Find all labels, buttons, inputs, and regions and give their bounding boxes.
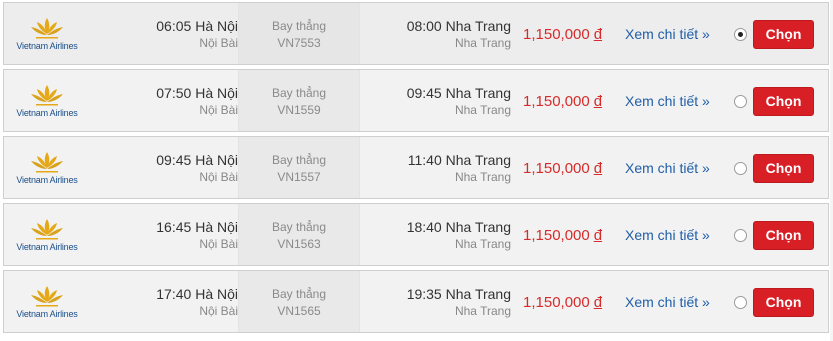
select-radio[interactable] <box>734 28 747 41</box>
airline-name: Vietnam Airlines <box>16 175 78 185</box>
lotus-icon <box>31 286 63 307</box>
lotus-icon <box>31 219 63 240</box>
choose-button[interactable]: Chọn <box>753 20 814 49</box>
view-details-link[interactable]: Xem chi tiết » <box>625 204 721 265</box>
select-radio[interactable] <box>734 229 747 242</box>
airline-name: Vietnam Airlines <box>16 242 78 252</box>
departure-airport: Nội Bài <box>199 170 238 184</box>
arrival-airport: Nha Trang <box>454 170 511 184</box>
select-radio[interactable] <box>734 162 747 175</box>
departure-airport: Nội Bài <box>199 36 238 50</box>
airline-logo: Vietnam Airlines <box>4 70 90 131</box>
flight-type: Bay thẳng <box>271 86 327 100</box>
select-radio[interactable] <box>734 95 747 108</box>
arrival-info: 11:40 Nha Trang Nha Trang <box>360 137 511 198</box>
arrival-airport: Nha Trang <box>454 304 511 318</box>
departure-info: 07:50 Hà Nội Nội Bài <box>90 70 238 131</box>
departure-info: 17:40 Hà Nội Nội Bài <box>90 271 238 332</box>
ticket-price: 1,150,000 đ <box>523 160 603 177</box>
departure-time-city: 09:45 Hà Nội <box>156 152 238 168</box>
flight-info: Bay thẳng VN1565 <box>238 271 360 332</box>
lotus-icon <box>31 85 63 106</box>
view-details-link[interactable]: Xem chi tiết » <box>625 70 721 131</box>
arrival-airport: Nha Trang <box>454 103 511 117</box>
arrival-airport: Nha Trang <box>454 36 511 50</box>
arrival-info: 08:00 Nha Trang Nha Trang <box>360 3 511 64</box>
flight-row-vn1557: Vietnam Airlines 09:45 Hà Nội Nội Bài Ba… <box>3 136 829 199</box>
flight-number: VN1559 <box>277 103 321 117</box>
arrival-airport: Nha Trang <box>454 237 511 251</box>
flight-row-vn1563: Vietnam Airlines 16:45 Hà Nội Nội Bài Ba… <box>3 203 829 266</box>
flight-results-list: Vietnam Airlines 06:05 Hà Nội Nội Bài Ba… <box>3 2 829 337</box>
view-details-link[interactable]: Xem chi tiết » <box>625 3 721 64</box>
flight-info: Bay thẳng VN1559 <box>238 70 360 131</box>
ticket-price: 1,150,000 đ <box>523 93 603 110</box>
choose-button[interactable]: Chọn <box>753 154 814 183</box>
flight-info: Bay thẳng VN7553 <box>238 3 360 64</box>
airline-name: Vietnam Airlines <box>16 108 78 118</box>
choose-button[interactable]: Chọn <box>753 288 814 317</box>
departure-time-city: 16:45 Hà Nội <box>156 219 238 235</box>
airline-logo: Vietnam Airlines <box>4 137 90 198</box>
flight-type: Bay thẳng <box>271 287 327 301</box>
flight-info: Bay thẳng VN1557 <box>238 137 360 198</box>
flight-number: VN7553 <box>277 36 321 50</box>
airline-name: Vietnam Airlines <box>16 41 78 51</box>
choose-button[interactable]: Chọn <box>753 221 814 250</box>
view-details-link[interactable]: Xem chi tiết » <box>625 137 721 198</box>
flight-number: VN1557 <box>277 170 321 184</box>
airline-logo: Vietnam Airlines <box>4 271 90 332</box>
select-radio[interactable] <box>734 296 747 309</box>
flight-info: Bay thẳng VN1563 <box>238 204 360 265</box>
choose-button[interactable]: Chọn <box>753 87 814 116</box>
flight-type: Bay thẳng <box>271 19 327 33</box>
departure-airport: Nội Bài <box>199 304 238 318</box>
flight-number: VN1565 <box>277 304 321 318</box>
flight-row-vn7553: Vietnam Airlines 06:05 Hà Nội Nội Bài Ba… <box>3 2 829 65</box>
lotus-icon <box>31 18 63 39</box>
ticket-price: 1,150,000 đ <box>523 26 603 43</box>
arrival-time-city: 11:40 Nha Trang <box>407 152 511 168</box>
departure-info: 16:45 Hà Nội Nội Bài <box>90 204 238 265</box>
flight-number: VN1563 <box>277 237 321 251</box>
ticket-price: 1,150,000 đ <box>523 294 603 311</box>
departure-info: 06:05 Hà Nội Nội Bài <box>90 3 238 64</box>
departure-time-city: 06:05 Hà Nội <box>156 18 238 34</box>
arrival-info: 09:45 Nha Trang Nha Trang <box>360 70 511 131</box>
departure-info: 09:45 Hà Nội Nội Bài <box>90 137 238 198</box>
arrival-info: 18:40 Nha Trang Nha Trang <box>360 204 511 265</box>
departure-airport: Nội Bài <box>199 237 238 251</box>
arrival-time-city: 09:45 Nha Trang <box>406 85 511 101</box>
arrival-time-city: 19:35 Nha Trang <box>406 286 511 302</box>
arrival-time-city: 08:00 Nha Trang <box>406 18 511 34</box>
flight-row-vn1559: Vietnam Airlines 07:50 Hà Nội Nội Bài Ba… <box>3 69 829 132</box>
departure-time-city: 07:50 Hà Nội <box>156 85 238 101</box>
departure-time-city: 17:40 Hà Nội <box>156 286 238 302</box>
airline-logo: Vietnam Airlines <box>4 3 90 64</box>
flight-row-vn1565: Vietnam Airlines 17:40 Hà Nội Nội Bài Ba… <box>3 270 829 333</box>
departure-airport: Nội Bài <box>199 103 238 117</box>
view-details-link[interactable]: Xem chi tiết » <box>625 271 721 332</box>
ticket-price: 1,150,000 đ <box>523 227 603 244</box>
lotus-icon <box>31 152 63 173</box>
airline-name: Vietnam Airlines <box>16 309 78 319</box>
airline-logo: Vietnam Airlines <box>4 204 90 265</box>
arrival-info: 19:35 Nha Trang Nha Trang <box>360 271 511 332</box>
arrival-time-city: 18:40 Nha Trang <box>406 219 511 235</box>
flight-type: Bay thẳng <box>271 220 327 234</box>
flight-type: Bay thẳng <box>271 153 327 167</box>
